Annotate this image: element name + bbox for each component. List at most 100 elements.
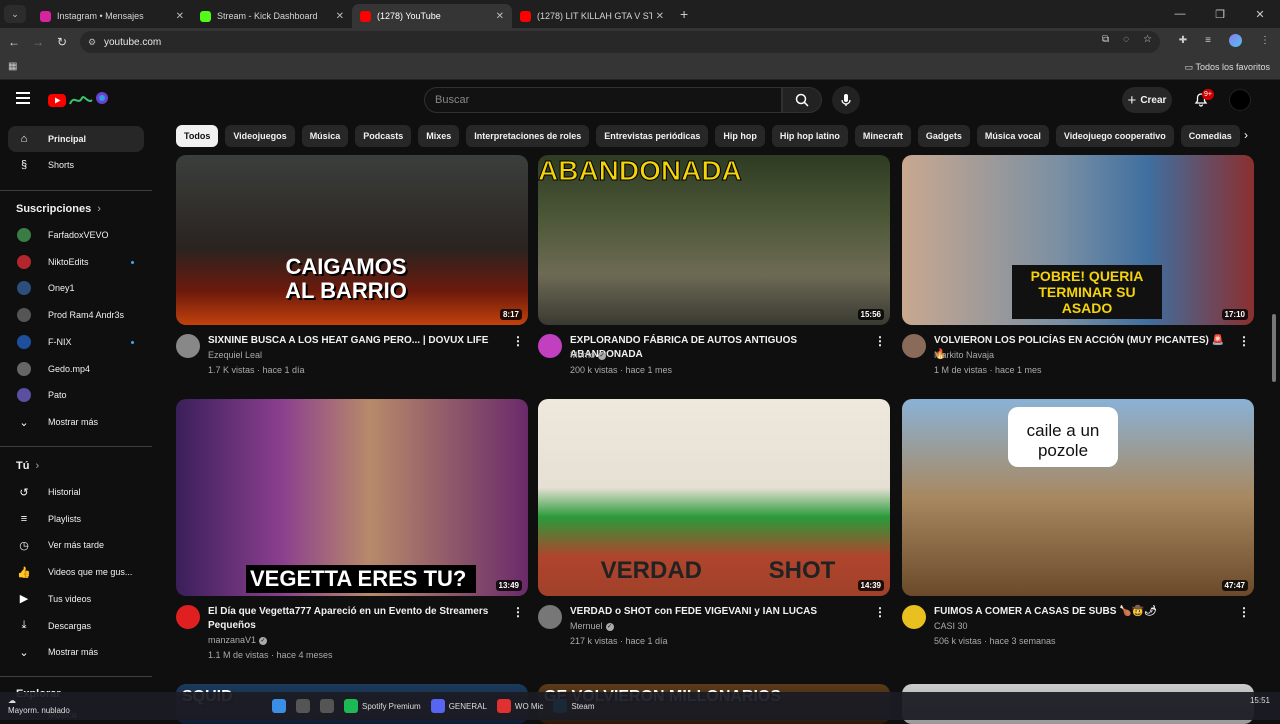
video-title[interactable]: El Día que Vegetta777 Apareció en un Eve… xyxy=(208,605,508,633)
youtube-logo[interactable] xyxy=(48,90,108,110)
more-options-icon[interactable]: ⋮ xyxy=(512,605,524,619)
sidebar-item-descargas[interactable]: ⤓ Descargas xyxy=(8,613,144,639)
subscription-item[interactable]: Pato xyxy=(8,382,144,408)
clock[interactable]: 15:51 xyxy=(1250,695,1270,706)
subscription-item[interactable]: FarfadoxVEVO xyxy=(8,222,144,248)
site-info-icon[interactable]: ⚙ xyxy=(88,37,96,48)
menu-icon[interactable] xyxy=(16,92,30,104)
browser-tab[interactable]: (1278) YouTube ✕ xyxy=(352,4,512,28)
subscription-item[interactable]: Prod Ram4 Andr3s xyxy=(8,302,144,328)
search-icon[interactable] xyxy=(296,699,310,713)
eye-off-icon[interactable]: ◌ xyxy=(1123,34,1129,45)
channel-avatar[interactable] xyxy=(176,334,200,358)
channel-name[interactable]: manzanaV1 ✓ xyxy=(208,635,268,645)
account-avatar[interactable] xyxy=(1229,89,1251,111)
forward-button[interactable]: → xyxy=(26,35,50,49)
close-window-button[interactable]: ✕ xyxy=(1240,8,1280,21)
page-scrollbar[interactable] xyxy=(1272,314,1276,382)
filter-chip[interactable]: Gadgets xyxy=(917,125,970,147)
video-title[interactable]: SIXNINE BUSCA A LOS HEAT GANG PERO... | … xyxy=(208,334,508,348)
taskbar-app[interactable]: WO Mic xyxy=(496,696,543,716)
channel-avatar[interactable] xyxy=(902,605,926,629)
filter-chip[interactable]: Videojuego cooperativo xyxy=(1055,125,1174,147)
subscriptions-heading[interactable]: Suscripciones › xyxy=(16,203,101,215)
sidebar-item-mostrar-mas-2[interactable]: ⌄ Mostrar más xyxy=(8,639,144,665)
more-options-icon[interactable]: ⋮ xyxy=(874,334,886,348)
channel-name[interactable]: Mernuel ✓ xyxy=(570,621,614,631)
new-tab-button[interactable]: + xyxy=(680,6,688,22)
create-button[interactable]: + Crear xyxy=(1122,87,1172,113)
chevron-right-icon[interactable]: › xyxy=(1244,128,1248,142)
sidebar-item-mostrar-mas[interactable]: ⌄ Mostrar más xyxy=(8,409,144,435)
browser-menu-icon[interactable]: ⋮ xyxy=(1260,35,1270,46)
channel-name[interactable]: Momo ✓ xyxy=(570,350,607,360)
close-tab-icon[interactable]: ✕ xyxy=(176,11,184,22)
close-tab-icon[interactable]: ✕ xyxy=(496,11,504,22)
sidebar-item-principal[interactable]: ⌂ Principal xyxy=(8,126,144,152)
all-bookmarks-folder[interactable]: ▭ Todos los favoritos xyxy=(1185,62,1270,73)
subscription-item[interactable]: NiktoEdits xyxy=(8,249,144,275)
filter-chip[interactable]: Entrevistas periódicas xyxy=(596,125,709,147)
close-tab-icon[interactable]: ✕ xyxy=(656,11,664,22)
channel-avatar[interactable] xyxy=(538,334,562,358)
subscription-item[interactable]: Gedo.mp4 xyxy=(8,356,144,382)
maximize-button[interactable]: ❐ xyxy=(1200,8,1240,21)
channel-avatar[interactable] xyxy=(538,605,562,629)
sidebar-item-historial[interactable]: ↺ Historial xyxy=(8,479,144,505)
reload-button[interactable]: ↻ xyxy=(50,35,74,49)
taskbar-app[interactable]: Spotify Premium xyxy=(344,696,421,716)
voice-search-button[interactable] xyxy=(832,86,860,114)
video-thumbnail[interactable]: POBRE! QUERIA TERMINAR SU ASADO 17:10 xyxy=(902,155,1254,325)
more-options-icon[interactable]: ⋮ xyxy=(1238,605,1250,619)
filter-chip[interactable]: Música xyxy=(301,125,349,147)
video-title[interactable]: FUIMOS A COMER A CASAS DE SUBS 🍗🤠🌶 xyxy=(934,605,1234,619)
taskbar-app[interactable]: GENERAL xyxy=(430,696,487,716)
channel-avatar[interactable] xyxy=(902,334,926,358)
filter-chip[interactable]: Podcasts xyxy=(355,125,412,147)
weather-widget[interactable]: ☁ Mayorm. nublado xyxy=(8,696,70,716)
channel-avatar[interactable] xyxy=(176,605,200,629)
browser-tab[interactable]: Stream - Kick Dashboard ✕ xyxy=(192,4,352,28)
start-icon[interactable] xyxy=(272,699,286,713)
more-options-icon[interactable]: ⋮ xyxy=(512,334,524,348)
sidebar-item-tus-videos[interactable]: ▶ Tus videos xyxy=(8,586,144,612)
channel-name[interactable]: CASI 30 xyxy=(934,621,968,631)
url-field[interactable]: ⚙ youtube.com xyxy=(80,31,1160,53)
more-options-icon[interactable]: ⋮ xyxy=(1238,334,1250,348)
video-thumbnail[interactable]: VERDAD SHOT 14:39 xyxy=(538,399,890,596)
filter-chip[interactable]: Música vocal xyxy=(976,125,1049,147)
task-view-icon[interactable] xyxy=(320,699,334,713)
video-title[interactable]: EXPLORANDO FÁBRICA DE AUTOS ANTIGUOS ABA… xyxy=(570,334,870,362)
video-title[interactable]: VERDAD o SHOT con FEDE VIGEVANI y IAN LU… xyxy=(570,605,870,619)
you-heading[interactable]: Tú › xyxy=(16,460,39,472)
sidebar-item-shorts[interactable]: § Shorts xyxy=(8,152,144,178)
apps-grid-icon[interactable]: ▦ xyxy=(8,61,17,72)
filter-chip[interactable]: Todos xyxy=(176,125,219,147)
video-thumbnail[interactable]: caile a un pozole 47:47 xyxy=(902,399,1254,596)
video-thumbnail[interactable]: ABANDONADA 15:56 xyxy=(538,155,890,325)
browser-tab[interactable]: Instagram • Mensajes ✕ xyxy=(32,4,192,28)
filter-chip[interactable]: Hip hop xyxy=(715,125,765,147)
taskbar-app[interactable]: Steam xyxy=(553,696,594,716)
profile-avatar[interactable] xyxy=(1229,34,1242,47)
close-tab-icon[interactable]: ✕ xyxy=(336,11,344,22)
back-button[interactable]: ← xyxy=(2,35,26,49)
tab-search-button[interactable]: ⌄ xyxy=(4,5,26,23)
bookmark-star-icon[interactable]: ☆ xyxy=(1143,34,1152,45)
sidebar-item-ver-m-s-tarde[interactable]: ◷ Ver más tarde xyxy=(8,532,144,558)
reading-list-icon[interactable]: ≡ xyxy=(1205,35,1211,46)
filter-chip[interactable]: Comedias xyxy=(1180,125,1240,147)
sidebar-item-videos-que-me-gus-[interactable]: 👍 Videos que me gus... xyxy=(8,559,144,585)
more-options-icon[interactable]: ⋮ xyxy=(874,605,886,619)
minimize-button[interactable]: — xyxy=(1160,8,1200,20)
filter-chip[interactable]: Mixes xyxy=(418,125,460,147)
search-input[interactable]: Buscar xyxy=(424,87,782,113)
install-app-icon[interactable]: ⧉ xyxy=(1102,34,1109,45)
video-thumbnail[interactable]: VEGETTA ERES TU? 13:49 xyxy=(176,399,528,596)
video-thumbnail[interactable]: CAIGAMOS AL BARRIO 8:17 xyxy=(176,155,528,325)
channel-name[interactable]: Markito Navaja xyxy=(934,350,994,360)
extensions-icon[interactable]: ✚ xyxy=(1179,35,1187,46)
filter-chip[interactable]: Hip hop latino xyxy=(771,125,848,147)
sidebar-item-playlists[interactable]: ≡ Playlists xyxy=(8,506,144,532)
browser-tab[interactable]: (1278) LIT KILLAH GTA V STREA... ✕ xyxy=(512,4,672,28)
